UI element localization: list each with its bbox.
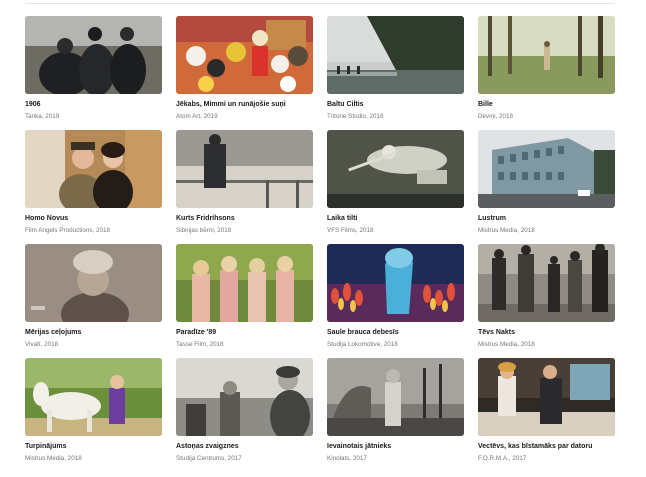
film-title[interactable]: Saule brauca debesīs (327, 328, 464, 337)
film-thumbnail[interactable] (478, 16, 615, 94)
film-title[interactable]: Turpinājums (25, 442, 162, 451)
film-studio-year: Tanka, 2019 (25, 113, 60, 120)
film-studio-year: Tritone Studio, 2018 (327, 113, 384, 120)
film-thumbnail[interactable] (327, 16, 464, 94)
film-studio-year: Sibirijas bērni, 2018 (176, 227, 232, 234)
film-title[interactable]: Homo Novus (25, 214, 162, 223)
film-studio-year: Deviņi, 2018 (478, 113, 514, 120)
film-studio-year: Tasse Film, 2018 (176, 341, 224, 348)
film-card[interactable]: Turpinājums Mistrus Media, 2018 (25, 358, 162, 472)
film-card[interactable]: 1906 Tanka, 2019 (25, 16, 162, 130)
film-thumbnail[interactable] (176, 244, 313, 322)
film-thumbnail[interactable] (25, 130, 162, 208)
film-title[interactable]: Laika tilti (327, 214, 464, 223)
film-studio-year: F.O.R.M.A., 2017 (478, 455, 527, 462)
film-thumbnail[interactable] (176, 130, 313, 208)
film-card[interactable]: Ievainotais jātnieks Kinolats, 2017 (327, 358, 464, 472)
film-title[interactable]: Kurts Fridrihsons (176, 214, 313, 223)
film-title[interactable]: Tēvs Nakts (478, 328, 615, 337)
film-card[interactable]: Tēvs Nakts Mistrus Media, 2018 (478, 244, 615, 358)
film-title[interactable]: Astoņas zvaigznes (176, 442, 313, 451)
film-title[interactable]: Paradīze '89 (176, 328, 313, 337)
film-card[interactable]: Homo Novus Film Angels Productions, 2018 (25, 130, 162, 244)
film-title[interactable]: Ievainotais jātnieks (327, 442, 464, 451)
film-card[interactable]: Laika tilti VFS Films, 2018 (327, 130, 464, 244)
film-studio-year: Mistrus Media, 2018 (478, 341, 535, 348)
film-studio-year: Atom Art, 2019 (176, 113, 218, 120)
film-card[interactable]: Astoņas zvaigznes Studija Centrums, 2017 (176, 358, 313, 472)
film-studio-year: Vivatī, 2018 (25, 341, 59, 348)
film-thumbnail[interactable] (478, 130, 615, 208)
film-thumbnail[interactable] (478, 358, 615, 436)
film-studio-year: Mistrus Media, 2018 (25, 455, 82, 462)
film-card[interactable]: Paradīze '89 Tasse Film, 2018 (176, 244, 313, 358)
film-thumbnail[interactable] (478, 244, 615, 322)
film-thumbnail[interactable] (25, 244, 162, 322)
film-thumbnail[interactable] (327, 358, 464, 436)
film-thumbnail[interactable] (176, 358, 313, 436)
film-thumbnail[interactable] (327, 130, 464, 208)
film-studio-year: VFS Films, 2018 (327, 227, 374, 234)
film-grid: 1906 Tanka, 2019 Jēkabs, Mimmi un runājo… (25, 16, 615, 472)
film-card[interactable]: Bille Deviņi, 2018 (478, 16, 615, 130)
film-card[interactable]: Vectēvs, kas bīstamāks par datoru F.O.R.… (478, 358, 615, 472)
film-card[interactable]: Lustrum Mistrus Media, 2018 (478, 130, 615, 244)
film-title[interactable]: Jēkabs, Mimmi un runājošie suņi (176, 100, 313, 109)
film-thumbnail[interactable] (176, 16, 313, 94)
film-card[interactable]: Baltu Ciltis Tritone Studio, 2018 (327, 16, 464, 130)
film-studio-year: Kinolats, 2017 (327, 455, 367, 462)
film-card[interactable]: Saule brauca debesīs Studija Lokomotive,… (327, 244, 464, 358)
film-card[interactable]: Mērijas ceļojums Vivatī, 2018 (25, 244, 162, 358)
top-divider (25, 3, 615, 4)
film-title[interactable]: Baltu Ciltis (327, 100, 464, 109)
film-title[interactable]: Vectēvs, kas bīstamāks par datoru (478, 442, 615, 451)
film-thumbnail[interactable] (25, 358, 162, 436)
film-card[interactable]: Kurts Fridrihsons Sibirijas bērni, 2018 (176, 130, 313, 244)
film-thumbnail[interactable] (25, 16, 162, 94)
film-title[interactable]: 1906 (25, 100, 162, 109)
film-thumbnail[interactable] (327, 244, 464, 322)
film-card[interactable]: Jēkabs, Mimmi un runājošie suņi Atom Art… (176, 16, 313, 130)
film-studio-year: Studija Lokomotive, 2018 (327, 341, 398, 348)
film-studio-year: Studija Centrums, 2017 (176, 455, 242, 462)
film-studio-year: Mistrus Media, 2018 (478, 227, 535, 234)
film-title[interactable]: Mērijas ceļojums (25, 328, 162, 337)
film-studio-year: Film Angels Productions, 2018 (25, 227, 111, 234)
film-title[interactable]: Bille (478, 100, 615, 109)
film-title[interactable]: Lustrum (478, 214, 615, 223)
